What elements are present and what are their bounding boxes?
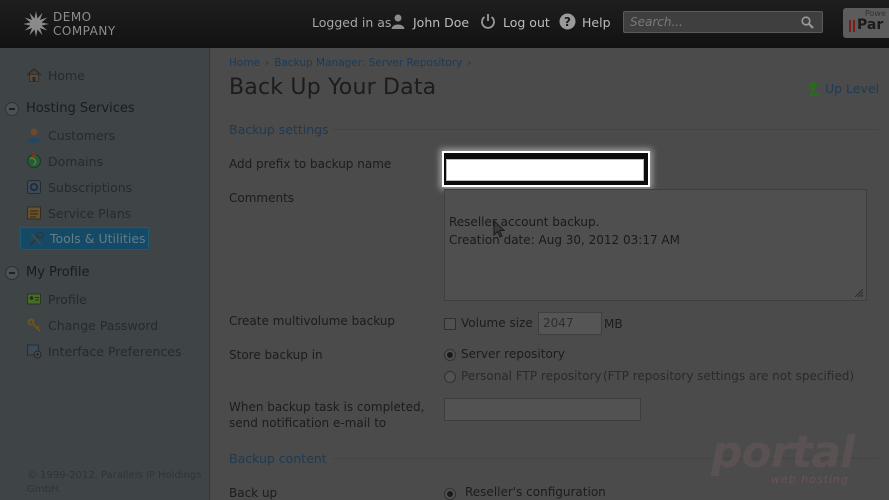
email-label-line-2: send notification e-mail to — [229, 416, 387, 430]
multivolume-label: Create multivolume backup — [229, 314, 395, 328]
comments-label: Comments — [229, 191, 295, 205]
volume-size-checkbox[interactable] — [444, 318, 456, 330]
up-level-label: Up Level — [825, 81, 880, 96]
sidebar-item-label: Profile — [48, 292, 87, 307]
notification-email-input[interactable] — [444, 398, 641, 421]
key-icon — [27, 318, 41, 332]
prefix-label: Add prefix to backup name — [229, 157, 392, 171]
up-arrow-icon — [807, 81, 819, 96]
backup-content-title: Backup content — [229, 451, 327, 466]
sidebar-item-label: Domains — [48, 154, 104, 169]
ftp-repository-label: Personal FTP repository — [461, 369, 602, 383]
sidebar-item-label: Customers — [48, 128, 116, 143]
ftp-repository-note: (FTP repository settings are not specifi… — [603, 369, 855, 383]
store-backup-label: Store backup in — [229, 348, 323, 362]
collapse-icon[interactable] — [5, 102, 19, 116]
parallels-brand[interactable]: Powe Par — [843, 8, 889, 38]
volume-size-label: Volume size — [461, 316, 533, 330]
breadcrumb-separator: › — [265, 57, 270, 69]
svg-text:?: ? — [564, 15, 571, 29]
backup-settings-title: Backup settings — [229, 122, 329, 137]
logo-star-icon — [23, 11, 49, 37]
brand-bars-icon — [849, 20, 855, 32]
logout-icon[interactable] — [480, 13, 496, 29]
preferences-icon — [27, 344, 42, 359]
mouse-pointer-icon — [493, 220, 506, 238]
sidebar: Home Hosting Services Customers Domains — [0, 48, 210, 500]
logo-text: DEMO COMPANY — [53, 10, 116, 38]
comments-textarea[interactable]: Reseller account backup. Creation date: … — [444, 189, 867, 301]
server-repository-radio[interactable] — [444, 349, 456, 361]
search-box[interactable] — [623, 11, 823, 33]
domain-globe-icon — [27, 154, 41, 168]
sidebar-item-label: Tools & Utilities — [50, 231, 146, 246]
help-link[interactable]: Help — [582, 15, 611, 30]
tools-icon — [29, 231, 44, 246]
breadcrumb: Home › Backup Manager: Server Repository › — [229, 57, 477, 69]
sidebar-item-label: Service Plans — [48, 206, 132, 221]
breadcrumb-home-link[interactable]: Home — [229, 57, 260, 69]
sidebar-section-label: My Profile — [26, 265, 90, 280]
sidebar-item-label: Interface Preferences — [48, 344, 182, 359]
logged-in-label: Logged in as — [312, 15, 392, 30]
home-icon — [26, 68, 42, 82]
resize-grip-icon[interactable] — [855, 289, 863, 297]
logo-line-2: COMPANY — [53, 24, 116, 38]
collapse-icon[interactable] — [5, 266, 19, 280]
sidebar-item-label: Subscriptions — [48, 180, 133, 195]
breadcrumb-backup-manager-link[interactable]: Backup Manager: Server Repository — [274, 57, 462, 69]
logo-line-1: DEMO — [53, 10, 92, 24]
search-icon[interactable] — [801, 16, 814, 29]
user-icon — [391, 14, 405, 29]
section-divider — [333, 129, 879, 130]
email-label-line-1: When backup task is completed, — [229, 400, 425, 414]
prefix-field-highlight — [442, 151, 650, 187]
back-up-label: Back up — [229, 486, 278, 500]
resellers-configuration-radio[interactable] — [444, 488, 456, 500]
profile-card-icon — [27, 293, 41, 305]
subscription-icon — [27, 180, 41, 194]
section-divider — [333, 458, 879, 459]
logout-link[interactable]: Log out — [503, 15, 550, 30]
volume-unit-label: MB — [604, 317, 623, 331]
copyright-text: © 1999-2012. Parallels IP Holdings GmbH. — [27, 470, 202, 495]
page-title: Back Up Your Data — [229, 75, 437, 100]
search-input[interactable] — [630, 14, 790, 30]
sidebar-item-tools-utilities[interactable]: Tools & Utilities — [20, 227, 149, 250]
sidebar-item-label: Home — [48, 68, 85, 83]
customer-icon — [28, 128, 40, 143]
ftp-repository-radio[interactable] — [444, 371, 456, 383]
volume-size-input[interactable]: 2047 — [538, 312, 602, 335]
help-icon[interactable]: ? — [559, 13, 576, 30]
server-repository-label: Server repository — [461, 347, 565, 361]
sidebar-section-label: Hosting Services — [26, 101, 135, 116]
user-name-link[interactable]: John Doe — [413, 15, 469, 30]
backup-prefix-input[interactable] — [446, 159, 644, 181]
service-plan-icon — [27, 206, 41, 220]
main-content: Home › Backup Manager: Server Repository › … — [211, 48, 889, 500]
company-logo[interactable]: DEMO COMPANY — [22, 8, 132, 40]
comments-text: Reseller account backup. Creation date: … — [449, 215, 680, 247]
sidebar-item-label: Change Password — [48, 318, 159, 333]
top-bar: DEMO COMPANY Logged in as John Doe Log o… — [0, 0, 889, 48]
brand-name: Par — [857, 17, 884, 33]
breadcrumb-separator: › — [467, 57, 472, 69]
resellers-configuration-label: Reseller's configuration — [465, 485, 606, 499]
